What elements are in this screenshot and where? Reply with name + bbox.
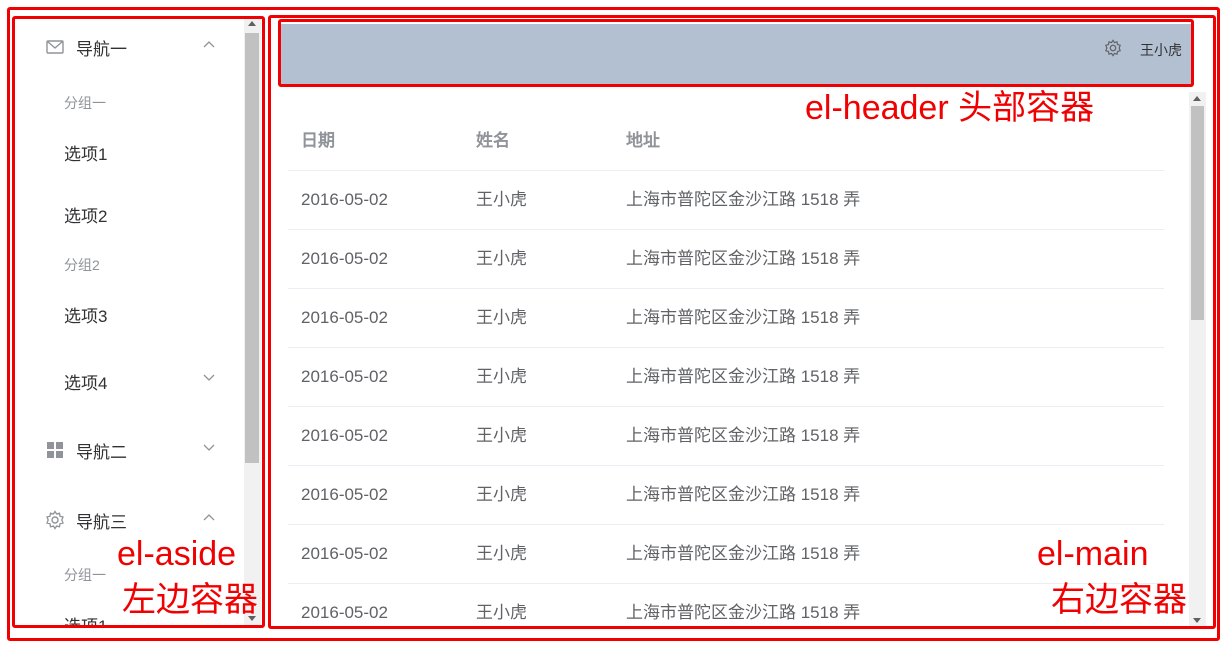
cell-date: 2016-05-02 (301, 249, 388, 268)
table-row[interactable]: 2016-05-02 王小虎 上海市普陀区金沙江路 1518 弄 (288, 525, 1164, 584)
table-row[interactable]: 2016-05-02 王小虎 上海市普陀区金沙江路 1518 弄 (288, 407, 1164, 466)
main-annotation-sublabel: 右边容器 (1051, 581, 1187, 619)
cell-address: 上海市普陀区金沙江路 1518 弄 (626, 249, 861, 268)
cell-name: 王小虎 (476, 190, 527, 209)
cell-date: 2016-05-02 (301, 603, 388, 622)
chevron-up-icon[interactable] (202, 511, 216, 525)
cell-name: 王小虎 (476, 367, 527, 386)
cell-address: 上海市普陀区金沙江路 1518 弄 (626, 603, 861, 622)
submenu-nav1-label: 导航一 (76, 39, 127, 59)
cell-name: 王小虎 (476, 485, 527, 504)
cell-address: 上海市普陀区金沙江路 1518 弄 (626, 190, 861, 209)
menu-item-option3[interactable]: 选项3 (64, 302, 107, 327)
scroll-down-arrow-icon[interactable] (1193, 618, 1201, 623)
menu-item-option2[interactable]: 选项2 (64, 202, 107, 227)
submenu-nav3[interactable]: 导航三 (44, 507, 127, 533)
column-header-date[interactable]: 日期 (301, 112, 335, 170)
menu-group-title: 分组一 (64, 95, 106, 111)
column-header-address[interactable]: 地址 (626, 112, 660, 170)
cell-name: 王小虎 (476, 426, 527, 445)
cell-name: 王小虎 (476, 603, 527, 622)
chevron-up-icon[interactable] (202, 38, 216, 52)
scrollbar-thumb[interactable] (1191, 106, 1204, 320)
header-container: 王小虎 (281, 24, 1191, 84)
cell-name: 王小虎 (476, 249, 527, 268)
message-icon (44, 36, 66, 58)
cell-address: 上海市普陀区金沙江路 1518 弄 (626, 308, 861, 327)
submenu-nav3-label: 导航三 (76, 512, 127, 532)
table-row[interactable]: 2016-05-02 王小虎 上海市普陀区金沙江路 1518 弄 (288, 348, 1164, 407)
cell-date: 2016-05-02 (301, 426, 388, 445)
table-row[interactable]: 2016-05-02 王小虎 上海市普陀区金沙江路 1518 弄 (288, 289, 1164, 348)
table-row[interactable]: 2016-05-02 王小虎 上海市普陀区金沙江路 1518 弄 (288, 584, 1164, 627)
main-annotation-label: el-main (1037, 535, 1149, 573)
table-row[interactable]: 2016-05-02 王小虎 上海市普陀区金沙江路 1518 弄 (288, 466, 1164, 525)
menu-group-title: 分组2 (64, 257, 100, 273)
submenu-nav2-label: 导航二 (76, 442, 127, 462)
aside-scrollbar[interactable] (244, 17, 261, 625)
cell-name: 王小虎 (476, 544, 527, 563)
table-row[interactable]: 2016-05-02 王小虎 上海市普陀区金沙江路 1518 弄 (288, 171, 1164, 230)
cell-date: 2016-05-02 (301, 190, 388, 209)
menu-grid-icon (44, 439, 66, 461)
menu-group-title: 分组一 (64, 567, 106, 583)
cell-date: 2016-05-02 (301, 544, 388, 563)
cell-name: 王小虎 (476, 308, 527, 327)
cell-address: 上海市普陀区金沙江路 1518 弄 (626, 544, 861, 563)
header-annotation-label: el-header 头部容器 (805, 89, 1095, 127)
submenu-nav2[interactable]: 导航二 (44, 437, 127, 463)
scroll-up-arrow-icon[interactable] (248, 21, 256, 26)
cell-date: 2016-05-02 (301, 367, 388, 386)
chevron-down-icon[interactable] (202, 440, 216, 454)
aside-annotation-sublabel: 左边容器 (122, 581, 258, 619)
table-row[interactable]: 2016-05-02 王小虎 上海市普陀区金沙江路 1518 弄 (288, 230, 1164, 289)
cell-address: 上海市普陀区金沙江路 1518 弄 (626, 426, 861, 445)
submenu-nav1[interactable]: 导航一 (44, 34, 127, 60)
cell-address: 上海市普陀区金沙江路 1518 弄 (626, 485, 861, 504)
cell-address: 上海市普陀区金沙江路 1518 弄 (626, 367, 861, 386)
settings-gear-icon[interactable] (1104, 39, 1122, 57)
scroll-up-arrow-icon[interactable] (1193, 96, 1201, 101)
menu-item-option1[interactable]: 选项1 (64, 612, 107, 628)
chevron-down-icon[interactable] (202, 370, 216, 384)
column-header-name[interactable]: 姓名 (476, 112, 510, 170)
header-username[interactable]: 王小虎 (1140, 40, 1182, 60)
gear-icon (44, 509, 66, 531)
cell-date: 2016-05-02 (301, 485, 388, 504)
cell-date: 2016-05-02 (301, 308, 388, 327)
scrollbar-thumb[interactable] (245, 33, 259, 463)
aside-annotation-label: el-aside (117, 535, 237, 573)
submenu-option4[interactable]: 选项4 (64, 369, 107, 394)
menu-item-option1[interactable]: 选项1 (64, 140, 107, 165)
main-scrollbar[interactable] (1189, 92, 1206, 627)
